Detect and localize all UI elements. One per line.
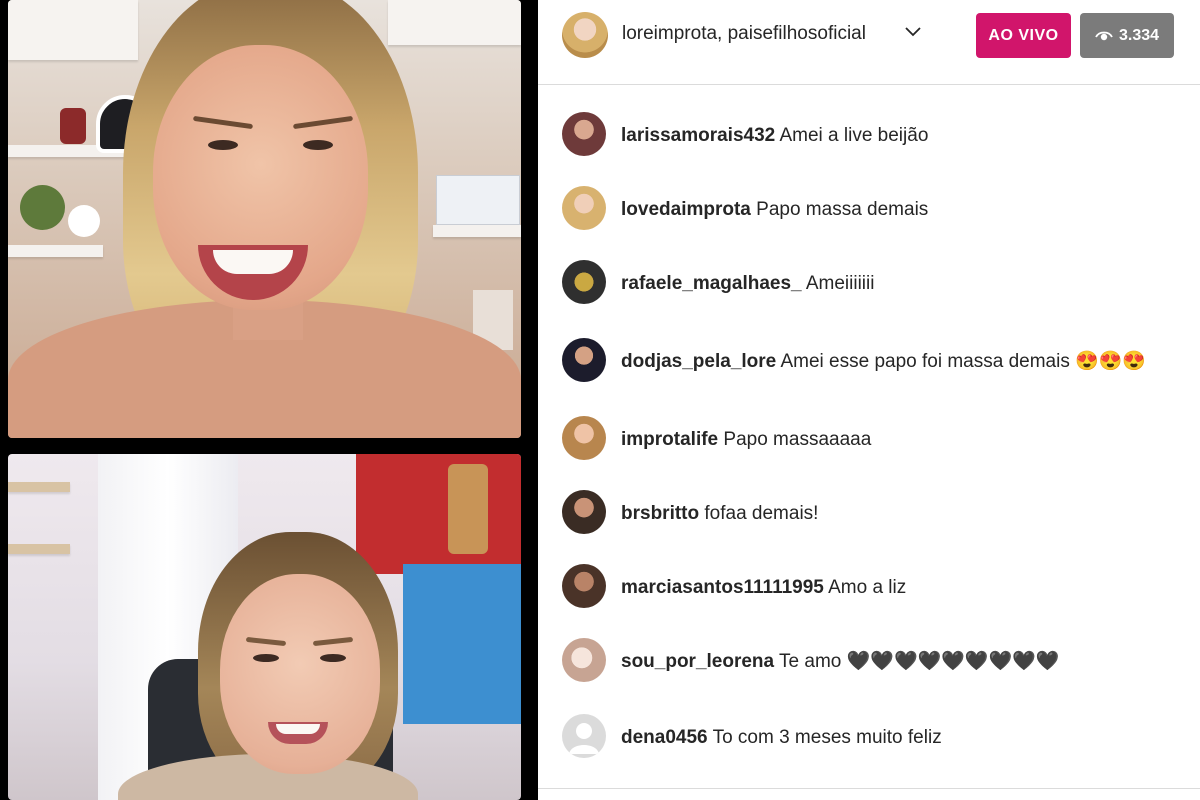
comment-text: brsbritto fofaa demais!	[621, 501, 1171, 527]
eye-icon	[1095, 31, 1113, 40]
blue-shelf	[403, 564, 521, 724]
comment-username[interactable]: improtalife	[621, 429, 718, 450]
chevron-down-icon[interactable]	[904, 23, 922, 41]
avatar[interactable]	[562, 638, 606, 682]
comment-username[interactable]: larissamorais432	[621, 125, 775, 146]
shelf	[388, 0, 521, 45]
viewer-count-badge[interactable]: 3.334	[1080, 13, 1174, 58]
live-video-area	[0, 0, 538, 800]
guest-video-feed[interactable]	[8, 454, 521, 800]
comment-text: dena0456 To com 3 meses muito feliz	[621, 725, 1171, 751]
comment-text: lovedaimprota Papo massa demais	[621, 197, 1171, 223]
comment-message: Ameiiiiiii	[805, 273, 875, 294]
host-video-feed[interactable]	[8, 0, 521, 438]
comment-text: rafaele_magalhaes_ Ameiiiiiii	[621, 271, 1171, 297]
comment-text: sou_por_leorena Te amo 🖤🖤🖤🖤🖤🖤🖤🖤🖤	[621, 649, 1171, 675]
comment-text: dodjas_pela_lore Amei esse papo foi mass…	[621, 349, 1171, 375]
eye	[303, 140, 333, 150]
avatar[interactable]	[562, 112, 606, 156]
shelf	[8, 544, 70, 554]
comment-message: fofaa demais!	[704, 503, 819, 524]
shelf	[433, 225, 521, 237]
avatar[interactable]	[562, 186, 606, 230]
avatar[interactable]	[562, 564, 606, 608]
comment-message: Te amo 🖤🖤🖤🖤🖤🖤🖤🖤🖤	[779, 651, 1060, 672]
eye	[253, 654, 279, 662]
comment-username[interactable]: dena0456	[621, 727, 708, 748]
comment-message: Amei esse papo foi massa demais 😍😍😍	[780, 351, 1147, 372]
decor-item	[60, 108, 86, 144]
plant	[20, 185, 65, 230]
decor-ball	[68, 205, 100, 237]
avatar[interactable]	[562, 416, 606, 460]
shelf	[8, 0, 138, 60]
live-header: loreimprota, paisefilhosoficial AO VIVO …	[538, 0, 1200, 85]
comment-text: improtalife Papo massaaaaa	[621, 427, 1171, 453]
decor-letter	[448, 464, 488, 554]
comment-username[interactable]: rafaele_magalhaes_	[621, 273, 802, 294]
avatar[interactable]	[562, 260, 606, 304]
comment-text: marciasantos11111995 Amo a liz	[621, 575, 1171, 601]
avatar[interactable]	[562, 490, 606, 534]
comment-message: Papo massa demais	[756, 199, 929, 220]
live-label: AO VIVO	[988, 26, 1059, 44]
shelf	[8, 245, 103, 257]
eye	[320, 654, 346, 662]
red-shelf	[356, 454, 521, 574]
comment-message: Amo a liz	[828, 577, 907, 598]
face	[220, 574, 380, 774]
viewer-count: 3.334	[1118, 26, 1160, 44]
comment-username[interactable]: lovedaimprota	[621, 199, 751, 220]
divider	[538, 788, 1200, 789]
comment-message: Papo massaaaaa	[723, 429, 872, 450]
shelf	[8, 482, 70, 492]
comment-username[interactable]: dodjas_pela_lore	[621, 351, 776, 372]
comment-text: larissamorais432 Amei a live beijão	[621, 123, 1171, 149]
live-chat-panel: loreimprota, paisefilhosoficial AO VIVO …	[538, 0, 1200, 800]
comment-username[interactable]: brsbritto	[621, 503, 699, 524]
user-silhouette-icon[interactable]	[562, 714, 606, 758]
live-badge: AO VIVO	[976, 13, 1071, 58]
teeth	[276, 724, 320, 734]
teeth	[213, 250, 293, 274]
comment-message: To com 3 meses muito feliz	[712, 727, 942, 748]
comment-message: Amei a live beijão	[779, 125, 929, 146]
host-names[interactable]: loreimprota, paisefilhosoficial	[622, 23, 866, 45]
comment-username[interactable]: marciasantos11111995	[621, 577, 824, 598]
host-avatar[interactable]	[562, 12, 608, 58]
storage-box	[436, 175, 520, 225]
avatar[interactable]	[562, 338, 606, 382]
comment-username[interactable]: sou_por_leorena	[621, 651, 774, 672]
eye	[208, 140, 238, 150]
